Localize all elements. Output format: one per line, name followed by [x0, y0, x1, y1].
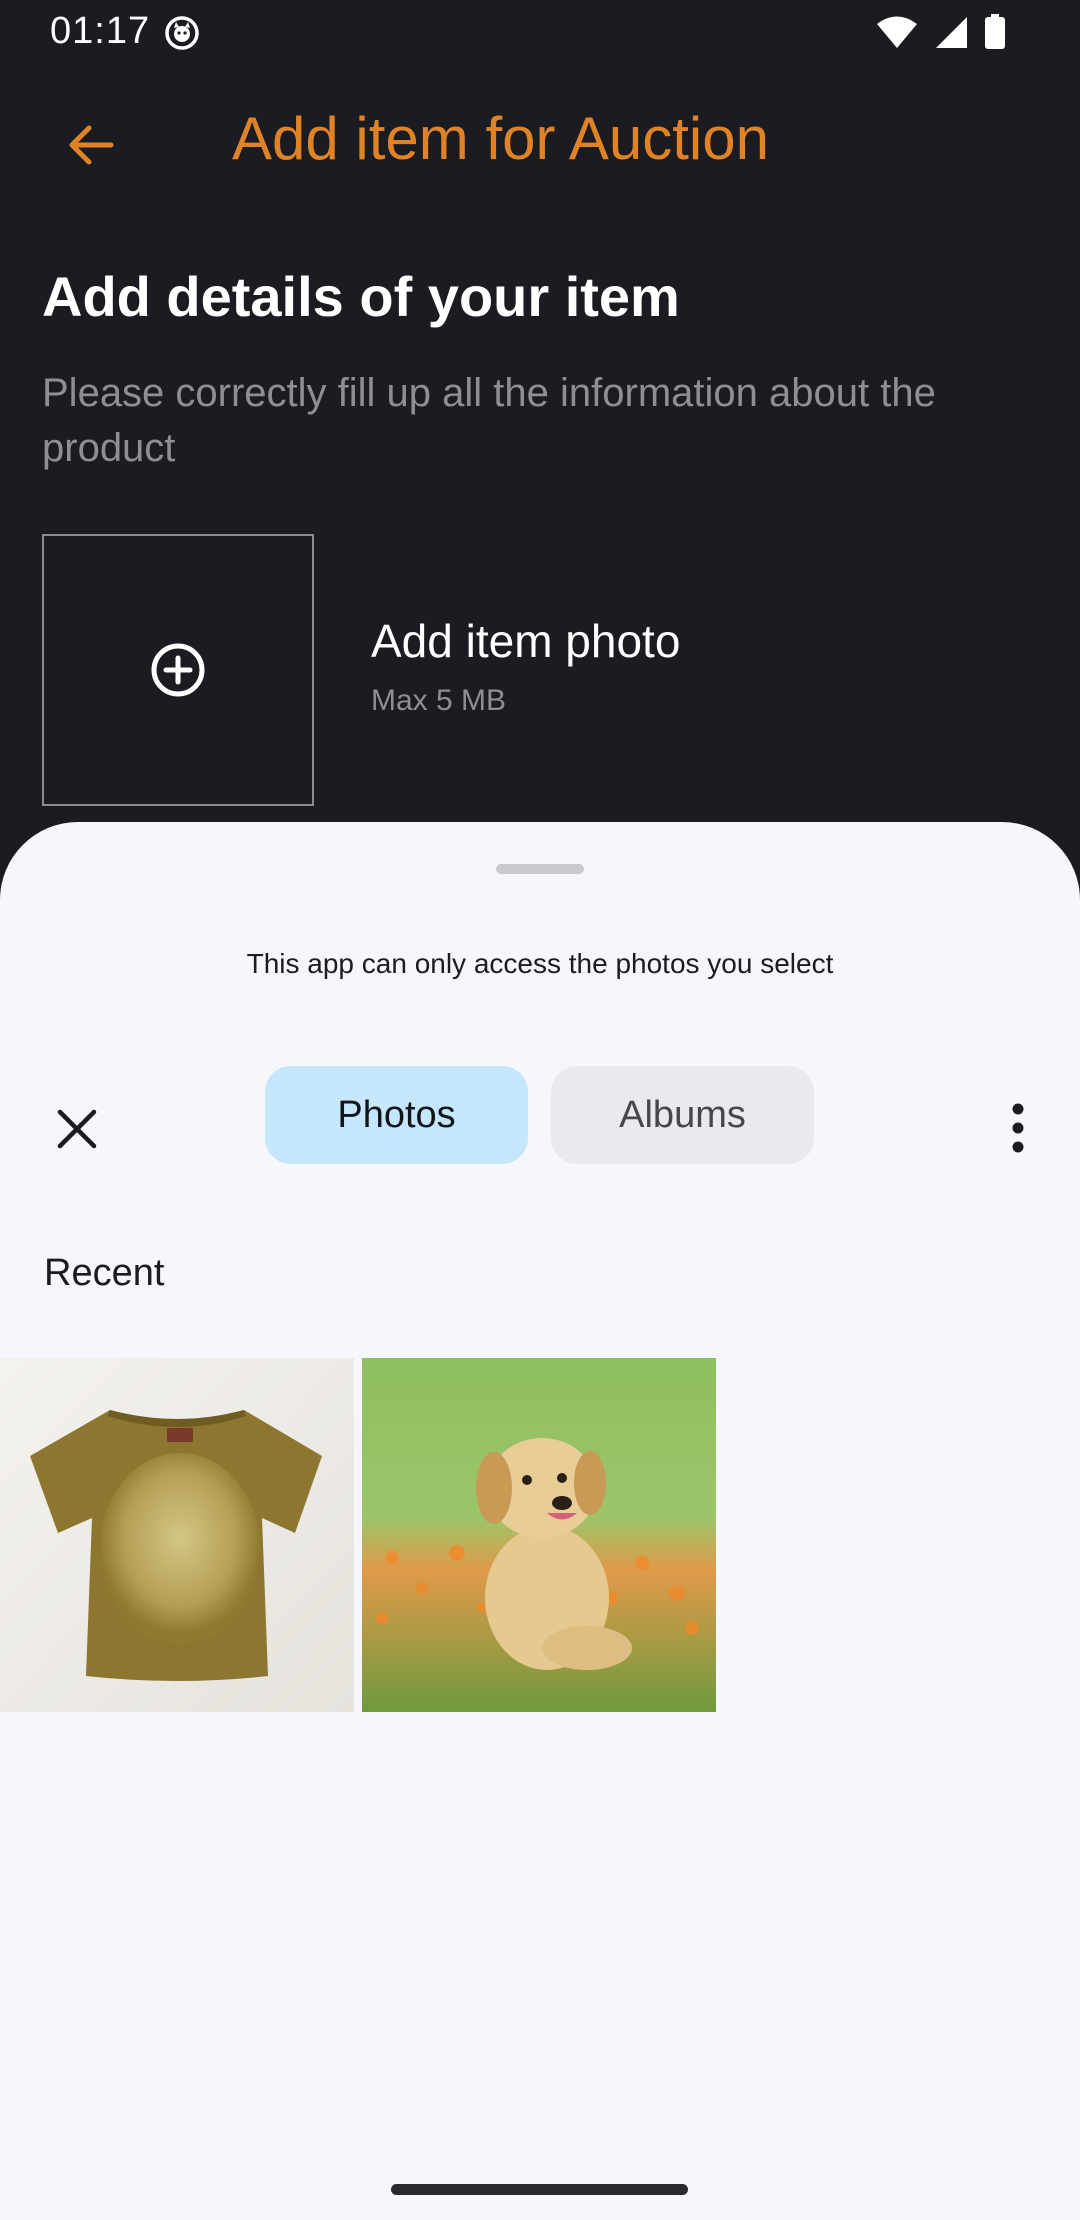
section-heading: Add details of your item — [42, 265, 680, 328]
app-notification-icon — [165, 16, 199, 50]
close-icon — [57, 1109, 97, 1149]
screen: 01:17 Add item for Auction Add details o… — [0, 0, 1080, 2220]
wifi-icon — [877, 16, 917, 48]
gesture-navigation-bar[interactable] — [391, 2184, 688, 2195]
recent-section-label: Recent — [44, 1252, 165, 1294]
tab-photos[interactable]: Photos — [265, 1066, 528, 1164]
signal-icon — [936, 17, 967, 48]
t-shirt-image — [0, 1358, 354, 1712]
add-photo-button[interactable] — [42, 534, 314, 806]
status-time: 01:17 — [50, 10, 151, 52]
back-button[interactable] — [56, 110, 126, 180]
status-icons — [876, 14, 1006, 50]
drag-handle[interactable] — [496, 864, 584, 874]
add-photo-size-hint: Max 5 MB — [371, 684, 507, 717]
arrow-back-icon — [69, 125, 114, 165]
battery-icon — [985, 14, 1005, 49]
close-button[interactable] — [42, 1094, 112, 1164]
more-vert-icon — [1012, 1103, 1024, 1153]
picker-access-notice: This app can only access the photos you … — [246, 948, 834, 979]
add-circle-icon — [151, 643, 205, 697]
app-title: Add item for Auction — [232, 105, 769, 172]
puppy-image — [362, 1358, 716, 1712]
photo-picker-sheet: This app can only access the photos you … — [0, 822, 1080, 2220]
t-shirt-photo[interactable] — [0, 1358, 354, 1712]
more-options-button[interactable] — [990, 1088, 1046, 1168]
add-photo-title: Add item photo — [371, 615, 681, 667]
puppy-photo[interactable] — [362, 1358, 716, 1712]
status-bar: 01:17 — [0, 0, 1080, 66]
tab-albums[interactable]: Albums — [551, 1066, 814, 1164]
section-description: Please correctly fill up all the informa… — [42, 371, 936, 470]
